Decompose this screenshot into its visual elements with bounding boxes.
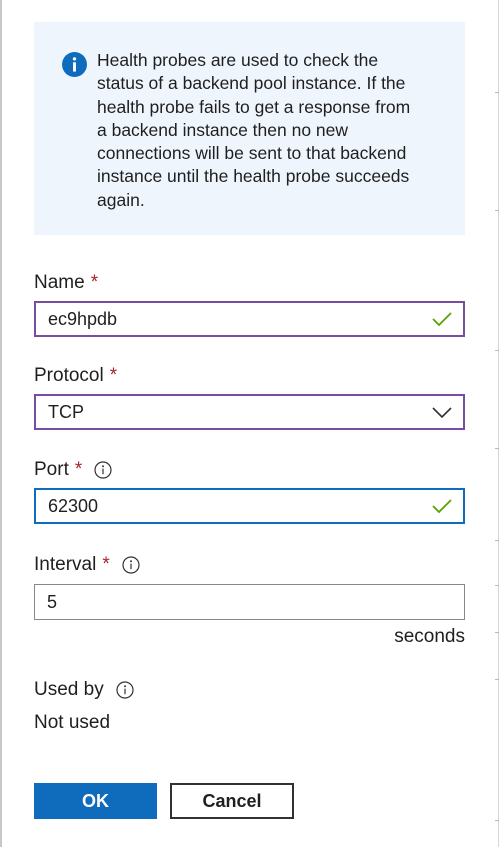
used-by-value: Not used <box>34 712 111 733</box>
name-input-value: ec9hpdb <box>48 308 118 329</box>
required-asterisk: * <box>102 554 110 575</box>
scroll-tick <box>495 679 499 680</box>
panel-left-edge <box>0 0 2 847</box>
checkmark-icon <box>432 499 452 514</box>
scroll-tick <box>495 632 499 633</box>
scroll-tick <box>495 350 499 351</box>
name-input[interactable]: ec9hpdb <box>34 301 465 337</box>
port-input[interactable]: 62300 <box>34 488 465 524</box>
required-asterisk: * <box>74 459 83 480</box>
name-label: Name * <box>34 272 99 293</box>
scroll-tick <box>495 585 499 586</box>
cancel-button[interactable]: Cancel <box>170 783 294 819</box>
port-label: Port * <box>34 458 112 482</box>
chevron-down-icon <box>432 407 452 419</box>
info-tooltip-icon[interactable] <box>94 461 112 479</box>
protocol-dropdown[interactable]: TCP <box>34 394 465 430</box>
scroll-tick <box>495 92 499 93</box>
scroll-tick <box>495 820 499 821</box>
info-banner: Health probes are used to check the stat… <box>34 22 465 235</box>
info-icon <box>62 52 87 77</box>
interval-input[interactable]: 5 <box>34 584 465 620</box>
protocol-dropdown-value: TCP <box>48 401 84 422</box>
info-tooltip-icon[interactable] <box>116 681 134 699</box>
scroll-tick <box>495 210 499 211</box>
scroll-tick <box>495 448 499 449</box>
protocol-label: Protocol * <box>34 365 118 386</box>
required-asterisk: * <box>90 272 99 293</box>
used-by-label: Used by <box>34 678 134 702</box>
info-tooltip-icon[interactable] <box>122 556 140 574</box>
scroll-tick <box>495 540 499 541</box>
interval-unit-label: seconds <box>394 626 465 647</box>
interval-label: Interval * <box>34 553 140 577</box>
info-text: Health probes are used to check the stat… <box>97 50 411 210</box>
interval-input-value: 5 <box>47 591 58 612</box>
port-input-value: 62300 <box>48 495 99 516</box>
required-asterisk: * <box>109 365 118 386</box>
ok-button[interactable]: OK <box>34 783 157 819</box>
checkmark-icon <box>432 312 452 327</box>
